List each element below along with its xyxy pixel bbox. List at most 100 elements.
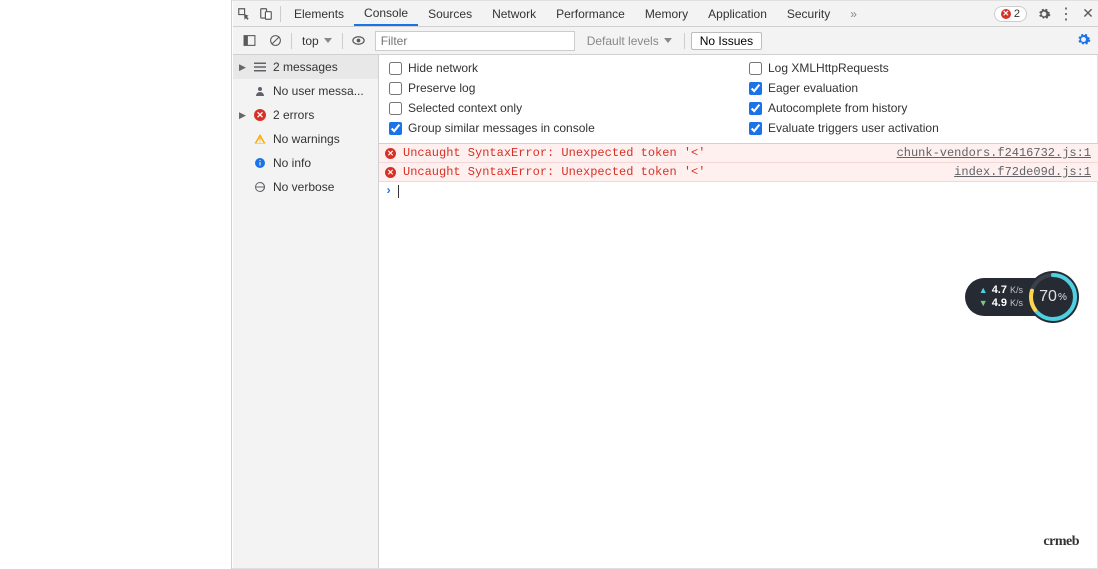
tab-performance[interactable]: Performance xyxy=(546,1,635,26)
separator xyxy=(291,33,292,49)
sidebar-item-messages[interactable]: ▶ 2 messages xyxy=(233,55,378,79)
network-speed-widget[interactable]: ▲4.7K/s ▼4.9K/s 70% xyxy=(965,269,1081,325)
devtools-topbar: Elements Console Sources Network Perform… xyxy=(233,1,1098,27)
setting-selected-context[interactable]: Selected context only xyxy=(389,101,729,115)
toggle-sidebar-icon[interactable] xyxy=(239,31,259,51)
checkbox[interactable] xyxy=(389,62,402,75)
tab-label: Elements xyxy=(294,7,344,21)
setting-log-xhr[interactable]: Log XMLHttpRequests xyxy=(749,61,1089,75)
devtools-tabs: Elements Console Sources Network Perform… xyxy=(284,1,867,26)
info-icon xyxy=(253,156,267,170)
tab-security[interactable]: Security xyxy=(777,1,840,26)
usage-ring: 70% xyxy=(1025,269,1081,325)
device-toolbar-icon[interactable] xyxy=(255,1,277,27)
console-prompt[interactable]: › xyxy=(379,182,1098,200)
setting-label: Eager evaluation xyxy=(768,81,858,95)
usage-percent: 70 xyxy=(1039,288,1057,306)
log-message: Uncaught SyntaxError: Unexpected token '… xyxy=(403,165,954,179)
context-value: top xyxy=(302,34,319,48)
separator xyxy=(342,33,343,49)
levels-label: Default levels xyxy=(587,34,659,48)
separator xyxy=(280,6,281,22)
setting-label: Group similar messages in console xyxy=(408,121,595,135)
tab-label: Network xyxy=(492,7,536,21)
clear-console-icon[interactable] xyxy=(265,31,285,51)
warning-icon xyxy=(253,132,267,146)
setting-label: Evaluate triggers user activation xyxy=(768,121,939,135)
upload-unit: K/s xyxy=(1010,284,1023,297)
log-levels-dropdown[interactable]: Default levels xyxy=(581,34,678,48)
arrow-down-icon: ▼ xyxy=(979,297,988,310)
tab-sources[interactable]: Sources xyxy=(418,1,482,26)
percent-sign: % xyxy=(1058,292,1067,303)
sidebar-item-errors[interactable]: ▶ ✕ 2 errors xyxy=(233,103,378,127)
messages-icon xyxy=(253,60,267,74)
checkbox[interactable] xyxy=(749,82,762,95)
more-menu-icon[interactable]: ⋮ xyxy=(1055,1,1077,27)
error-count-badge[interactable]: ✕ 2 xyxy=(994,6,1027,22)
tab-console[interactable]: Console xyxy=(354,1,418,26)
prompt-caret-icon: › xyxy=(385,184,392,198)
tab-network[interactable]: Network xyxy=(482,1,546,26)
log-row-error[interactable]: ✕ Uncaught SyntaxError: Unexpected token… xyxy=(379,163,1098,182)
tab-application[interactable]: Application xyxy=(698,1,777,26)
error-icon: ✕ xyxy=(385,167,399,178)
error-icon: ✕ xyxy=(253,108,267,122)
log-source-link[interactable]: index.f72de09d.js:1 xyxy=(954,165,1091,179)
setting-autocomplete[interactable]: Autocomplete from history xyxy=(749,101,1089,115)
setting-hide-network[interactable]: Hide network xyxy=(389,61,729,75)
sidebar-item-verbose[interactable]: No verbose xyxy=(233,175,378,199)
console-log-area: ✕ Uncaught SyntaxError: Unexpected token… xyxy=(379,144,1098,568)
sidebar-item-warnings[interactable]: No warnings xyxy=(233,127,378,151)
error-dot-icon: ✕ xyxy=(1001,9,1011,19)
filter-input[interactable] xyxy=(375,31,575,51)
setting-label: Preserve log xyxy=(408,81,475,95)
console-toolbar: top Default levels No Issues xyxy=(233,27,1098,55)
setting-group-similar[interactable]: Group similar messages in console xyxy=(389,121,729,135)
setting-eager-eval[interactable]: Eager evaluation xyxy=(749,81,1089,95)
tab-label: Sources xyxy=(428,7,472,21)
setting-eval-triggers[interactable]: Evaluate triggers user activation xyxy=(749,121,1089,135)
checkbox[interactable] xyxy=(389,122,402,135)
sidebar-item-user-messages[interactable]: No user messa... xyxy=(233,79,378,103)
checkbox[interactable] xyxy=(389,82,402,95)
tab-elements[interactable]: Elements xyxy=(284,1,354,26)
error-count: 2 xyxy=(1014,8,1020,20)
tab-memory[interactable]: Memory xyxy=(635,1,698,26)
sidebar-label: No warnings xyxy=(273,132,340,146)
settings-gear-icon[interactable] xyxy=(1033,1,1055,27)
download-speed: 4.9 xyxy=(992,297,1007,310)
checkbox[interactable] xyxy=(389,102,402,115)
sidebar-label: No user messa... xyxy=(273,84,364,98)
inspect-element-icon[interactable] xyxy=(233,1,255,27)
tab-label: Console xyxy=(364,6,408,20)
live-expression-icon[interactable] xyxy=(349,31,369,51)
tab-label: Application xyxy=(708,7,767,21)
log-source-link[interactable]: chunk-vendors.f2416732.js:1 xyxy=(897,146,1091,160)
sidebar-label: No info xyxy=(273,156,311,170)
setting-preserve-log[interactable]: Preserve log xyxy=(389,81,729,95)
user-icon xyxy=(253,84,267,98)
tab-label: Memory xyxy=(645,7,688,21)
close-devtools-icon[interactable]: ✕ xyxy=(1077,1,1098,27)
context-dropdown[interactable]: top xyxy=(298,34,336,48)
tab-label: Security xyxy=(787,7,830,21)
setting-label: Log XMLHttpRequests xyxy=(768,61,889,75)
devtools-panel: Elements Console Sources Network Perform… xyxy=(233,1,1098,568)
sidebar-label: No verbose xyxy=(273,180,334,194)
download-unit: K/s xyxy=(1010,297,1023,310)
checkbox[interactable] xyxy=(749,62,762,75)
watermark-logo: crmeb xyxy=(1043,534,1079,550)
issues-button[interactable]: No Issues xyxy=(691,32,762,50)
setting-label: Selected context only xyxy=(408,101,522,115)
expand-icon: ▶ xyxy=(239,110,247,121)
sidebar-item-info[interactable]: No info xyxy=(233,151,378,175)
verbose-icon xyxy=(253,180,267,194)
tab-overflow[interactable]: » xyxy=(840,1,867,26)
log-row-error[interactable]: ✕ Uncaught SyntaxError: Unexpected token… xyxy=(379,144,1098,163)
checkbox[interactable] xyxy=(749,102,762,115)
setting-label: Autocomplete from history xyxy=(768,101,907,115)
console-settings-icon[interactable] xyxy=(1073,32,1093,50)
sidebar-label: 2 errors xyxy=(273,108,314,122)
checkbox[interactable] xyxy=(749,122,762,135)
